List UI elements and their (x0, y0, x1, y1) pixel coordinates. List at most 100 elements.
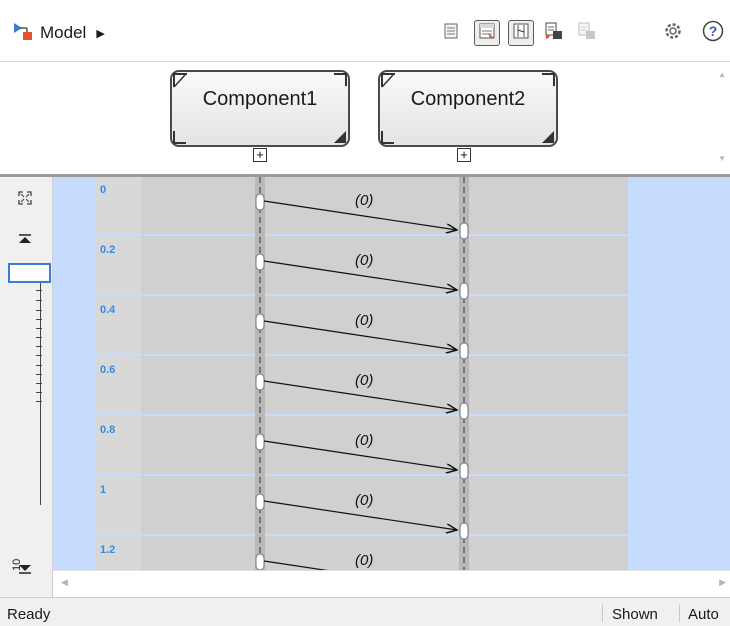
settings-button[interactable] (660, 20, 686, 46)
status-separator (602, 604, 603, 622)
lifeline-header-area: Component1 Component2 + + ▲ ▼ (0, 62, 730, 177)
ruler-tick (36, 337, 42, 338)
message-label: (0) (355, 192, 373, 209)
zoom-slider-track[interactable] (40, 265, 41, 505)
time-label: 0 (100, 184, 106, 196)
message-label: (0) (355, 372, 373, 389)
ruler-tick (36, 346, 42, 347)
list-view-button[interactable] (438, 20, 464, 46)
export-icon (544, 21, 564, 46)
scroll-down-arrow-icon[interactable]: ▼ (718, 154, 726, 163)
time-separator (96, 474, 628, 476)
sequence-canvas[interactable]: 0 (0) 0.2 (0) 0.4 (0) 0.6 (0) 0.8 (0) 1 (0) 1.2 (0) (53, 177, 730, 570)
scroll-left-arrow-icon[interactable]: ◀ (61, 577, 68, 588)
lifeline-component1[interactable]: Component1 (170, 70, 350, 147)
help-icon: ? (702, 20, 724, 47)
scroll-to-top-button[interactable] (14, 231, 36, 249)
component-name: Component1 (202, 88, 318, 110)
model-label[interactable]: Model (40, 23, 86, 43)
ruler-tick (36, 290, 42, 291)
breadcrumb[interactable]: Model ▶ (13, 22, 105, 44)
ruler-tick (36, 328, 42, 329)
receive-event-marker (459, 462, 469, 480)
export-disabled-button[interactable] (574, 20, 600, 46)
horizontal-scrollbar[interactable]: ◀ ▶ (53, 570, 730, 597)
message-label: (0) (355, 492, 373, 509)
message-label: (0) (355, 432, 373, 449)
open-design-button[interactable] (474, 20, 500, 46)
status-separator (679, 604, 680, 622)
expand-component1-button[interactable]: + (253, 148, 267, 162)
scroll-right-arrow-icon[interactable]: ▶ (719, 577, 726, 588)
send-event-marker (255, 373, 265, 391)
expand-component2-button[interactable]: + (457, 148, 471, 162)
receive-event-marker (459, 402, 469, 420)
fit-to-view-icon (18, 190, 32, 210)
toolbar: Model ▶ ? (0, 0, 730, 62)
receive-event-marker (459, 342, 469, 360)
corner-mark-icon (173, 73, 187, 88)
time-separator (96, 234, 628, 236)
time-label: 0.6 (100, 364, 115, 376)
open-design-icon (478, 22, 496, 45)
breadcrumb-arrow-icon[interactable]: ▶ (96, 27, 104, 40)
time-label: 0.8 (100, 424, 115, 436)
corner-mark-icon (381, 73, 395, 88)
ruler-tick (36, 383, 42, 384)
settings-icon (664, 22, 682, 45)
sequence-diagram: 0 (0) 0.2 (0) 0.4 (0) 0.6 (0) 0.8 (0) 1 (0) 1.2 (0) (96, 177, 628, 570)
send-event-marker (255, 433, 265, 451)
time-separator (96, 534, 628, 536)
ruler-tick (36, 300, 42, 301)
message-label: (0) (355, 312, 373, 329)
export-button[interactable] (541, 20, 567, 46)
time-label: 1.2 (100, 544, 115, 556)
ruler-tick (36, 374, 42, 375)
receive-event-marker (459, 222, 469, 240)
time-ruler: 10 (0, 177, 53, 597)
show-activation-button[interactable] (508, 20, 534, 46)
time-label: 1 (100, 484, 106, 496)
corner-mark-icon (334, 131, 346, 143)
send-event-marker (255, 193, 265, 211)
corner-mark-icon (334, 73, 347, 86)
show-activation-icon (512, 22, 530, 45)
corner-mark-icon (173, 131, 186, 144)
fit-to-view-button[interactable] (14, 190, 36, 210)
time-separator (96, 414, 628, 416)
receive-event-marker (459, 282, 469, 300)
component-name: Component2 (410, 88, 526, 110)
time-separator (96, 294, 628, 296)
ruler-tick (36, 310, 42, 311)
status-auto: Auto (688, 606, 719, 623)
ruler-tick (36, 401, 42, 402)
ruler-tick (36, 392, 42, 393)
scroll-to-top-icon (18, 231, 32, 249)
status-shown: Shown (612, 606, 658, 623)
message-label: (0) (355, 552, 373, 569)
zoom-slider-thumb[interactable] (8, 263, 51, 283)
help-button[interactable]: ? (700, 20, 726, 46)
export-disabled-icon (577, 21, 597, 46)
scroll-up-arrow-icon[interactable]: ▲ (718, 70, 726, 79)
send-event-marker (255, 313, 265, 331)
scroll-to-bottom-icon (18, 561, 32, 579)
lifeline-component2[interactable]: Component2 (378, 70, 558, 147)
svg-text:?: ? (709, 23, 718, 39)
send-event-marker (255, 553, 265, 570)
send-event-marker (255, 493, 265, 511)
receive-event-marker (459, 522, 469, 540)
model-block-icon (13, 21, 35, 46)
send-event-marker (255, 253, 265, 271)
time-label: 0.4 (100, 304, 116, 316)
time-label: 0.2 (100, 244, 115, 256)
status-text: Ready (7, 606, 51, 623)
message-label: (0) (355, 252, 373, 269)
time-separator (96, 354, 628, 356)
list-view-icon (444, 23, 458, 44)
ruler-tick (36, 355, 42, 356)
scroll-to-bottom-button[interactable] (14, 561, 36, 579)
ruler-tick (36, 319, 42, 320)
ruler-tick (36, 365, 42, 366)
status-bar: Ready Shown Auto (0, 597, 730, 626)
